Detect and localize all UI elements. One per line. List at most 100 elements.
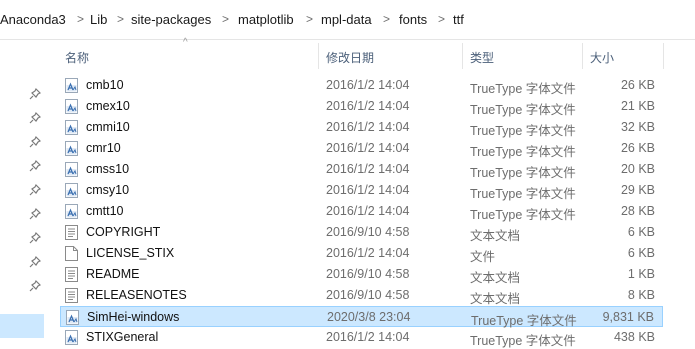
file-name: cmb10 [86,78,124,92]
column-header-size-label: 大小 [590,51,615,65]
pin-icon[interactable] [29,136,41,148]
file-type: 文本文档 [470,271,521,285]
font-file-icon [65,330,78,345]
breadcrumb-item-anaconda3[interactable]: Anaconda3 [0,12,66,27]
text-document-icon [65,225,78,240]
column-header-date-label: 修改日期 [326,51,375,65]
pin-icon[interactable] [29,184,41,196]
font-file-icon [65,162,78,177]
file-size: 21 KB [620,99,655,113]
file-type: TrueType 字体文件 [470,124,576,138]
file-row[interactable]: cmr10 2016/1/2 14:04 TrueType 字体文件 26 KB [60,138,663,159]
file-row[interactable]: RELEASENOTES 2016/9/10 4:58 文本文档 8 KB [60,285,663,306]
file-date-modified: 2016/9/10 4:58 [326,267,410,281]
breadcrumb-separator-icon[interactable]: > [383,12,390,26]
file-size: 438 KB [613,330,655,344]
file-size: 9,831 KB [602,310,654,324]
file-name: cmex10 [86,99,130,113]
file-name: cmsy10 [86,183,130,197]
breadcrumb-item-site-packages[interactable]: site-packages [131,12,211,27]
column-header-date[interactable]: 修改日期 [319,41,462,71]
breadcrumb-separator-icon[interactable]: > [306,12,313,26]
file-name: cmmi10 [86,120,130,134]
file-name: STIXGeneral [86,330,159,344]
file-type: TrueType 字体文件 [470,82,576,96]
file-name: RELEASENOTES [86,288,187,302]
file-date-modified: 2016/1/2 14:04 [326,330,410,344]
file-date-modified: 2016/9/10 4:58 [326,288,410,302]
column-header-name[interactable]: 名称 [60,41,318,71]
pin-icon[interactable] [29,160,41,172]
file-size: 6 KB [627,246,655,260]
file-type: 文本文档 [470,229,521,243]
navigation-pane [0,41,46,340]
file-row[interactable]: cmtt10 2016/1/2 14:04 TrueType 字体文件 28 KB [60,201,663,222]
file-size: 26 KB [620,78,655,92]
file-row[interactable]: README 2016/9/10 4:58 文本文档 1 KB [60,264,663,285]
pin-icon[interactable] [29,232,41,244]
column-header-type[interactable]: 类型 [463,41,582,71]
pin-icon[interactable] [29,256,41,268]
file-name: cmr10 [86,141,121,155]
file-name: COPYRIGHT [86,225,161,239]
file-type: 文本文档 [470,292,521,306]
file-row[interactable]: cmb10 2016/1/2 14:04 TrueType 字体文件 26 KB [60,75,663,96]
file-date-modified: 2016/1/2 14:04 [326,204,410,218]
font-file-icon [65,183,78,198]
address-bar[interactable]: Anaconda3 > Lib > site-packages > matplo… [0,0,695,40]
text-document-icon [65,267,78,282]
breadcrumb-separator-icon[interactable]: > [222,12,229,26]
file-row[interactable]: COPYRIGHT 2016/9/10 4:58 文本文档 6 KB [60,222,663,243]
pin-icon[interactable] [29,112,41,124]
file-date-modified: 2020/3/8 23:04 [327,310,411,324]
file-size: 29 KB [620,183,655,197]
column-header-size[interactable]: 大小 [583,41,663,71]
breadcrumb-item-ttf[interactable]: ttf [453,12,464,27]
file-size: 28 KB [620,204,655,218]
file-name: SimHei-windows [87,310,180,324]
file-name: README [86,267,140,281]
file-row[interactable]: cmmi10 2016/1/2 14:04 TrueType 字体文件 32 KB [60,117,663,138]
font-file-icon [66,310,79,325]
pin-icon[interactable] [29,280,41,292]
file-row[interactable]: cmsy10 2016/1/2 14:04 TrueType 字体文件 29 KB [60,180,663,201]
blank-file-icon [65,246,78,261]
breadcrumb-item-mpl-data[interactable]: mpl-data [321,12,372,27]
file-row[interactable]: STIXGeneral 2016/1/2 14:04 TrueType 字体文件 43… [60,327,663,348]
breadcrumb-item-fonts[interactable]: fonts [399,12,427,27]
file-name: LICENSE_STIX [86,246,175,260]
file-row[interactable]: cmss10 2016/1/2 14:04 TrueType 字体文件 20 KB [60,159,663,180]
file-size: 32 KB [620,120,655,134]
file-size: 20 KB [620,162,655,176]
breadcrumb-separator-icon[interactable]: > [438,12,445,26]
file-date-modified: 2016/9/10 4:58 [326,225,410,239]
file-date-modified: 2016/1/2 14:04 [326,141,410,155]
file-type: TrueType 字体文件 [470,208,576,222]
file-type: TrueType 字体文件 [470,187,576,201]
file-type: TrueType 字体文件 [470,166,576,180]
navigation-selected-item[interactable] [0,314,44,338]
file-name: cmss10 [86,162,130,176]
pin-icon[interactable] [29,208,41,220]
file-row[interactable]: LICENSE_STIX 2016/1/2 14:04 文件 6 KB [60,243,663,264]
breadcrumb-separator-icon[interactable]: > [77,12,84,26]
breadcrumb-item-matplotlib[interactable]: matplotlib [238,12,294,27]
font-file-icon [65,204,78,219]
file-date-modified: 2016/1/2 14:04 [326,183,410,197]
file-date-modified: 2016/1/2 14:04 [326,162,410,176]
breadcrumb-separator-icon[interactable]: > [117,12,124,26]
file-size: 26 KB [620,141,655,155]
pin-icon[interactable] [29,88,41,100]
font-file-icon [65,99,78,114]
file-type: 文件 [470,250,496,264]
column-header-type-label: 类型 [470,51,495,65]
file-size: 1 KB [627,267,655,281]
column-divider[interactable] [663,43,664,69]
breadcrumb-item-lib[interactable]: Lib [90,12,107,27]
font-file-icon [65,78,78,93]
file-date-modified: 2016/1/2 14:04 [326,99,410,113]
column-header-name-label: 名称 [65,51,90,65]
file-row[interactable]: cmex10 2016/1/2 14:04 TrueType 字体文件 21 KB [60,96,663,117]
file-row[interactable]: SimHei-windows 2020/3/8 23:04 TrueType 字体文… [60,306,663,328]
file-size: 6 KB [627,225,655,239]
